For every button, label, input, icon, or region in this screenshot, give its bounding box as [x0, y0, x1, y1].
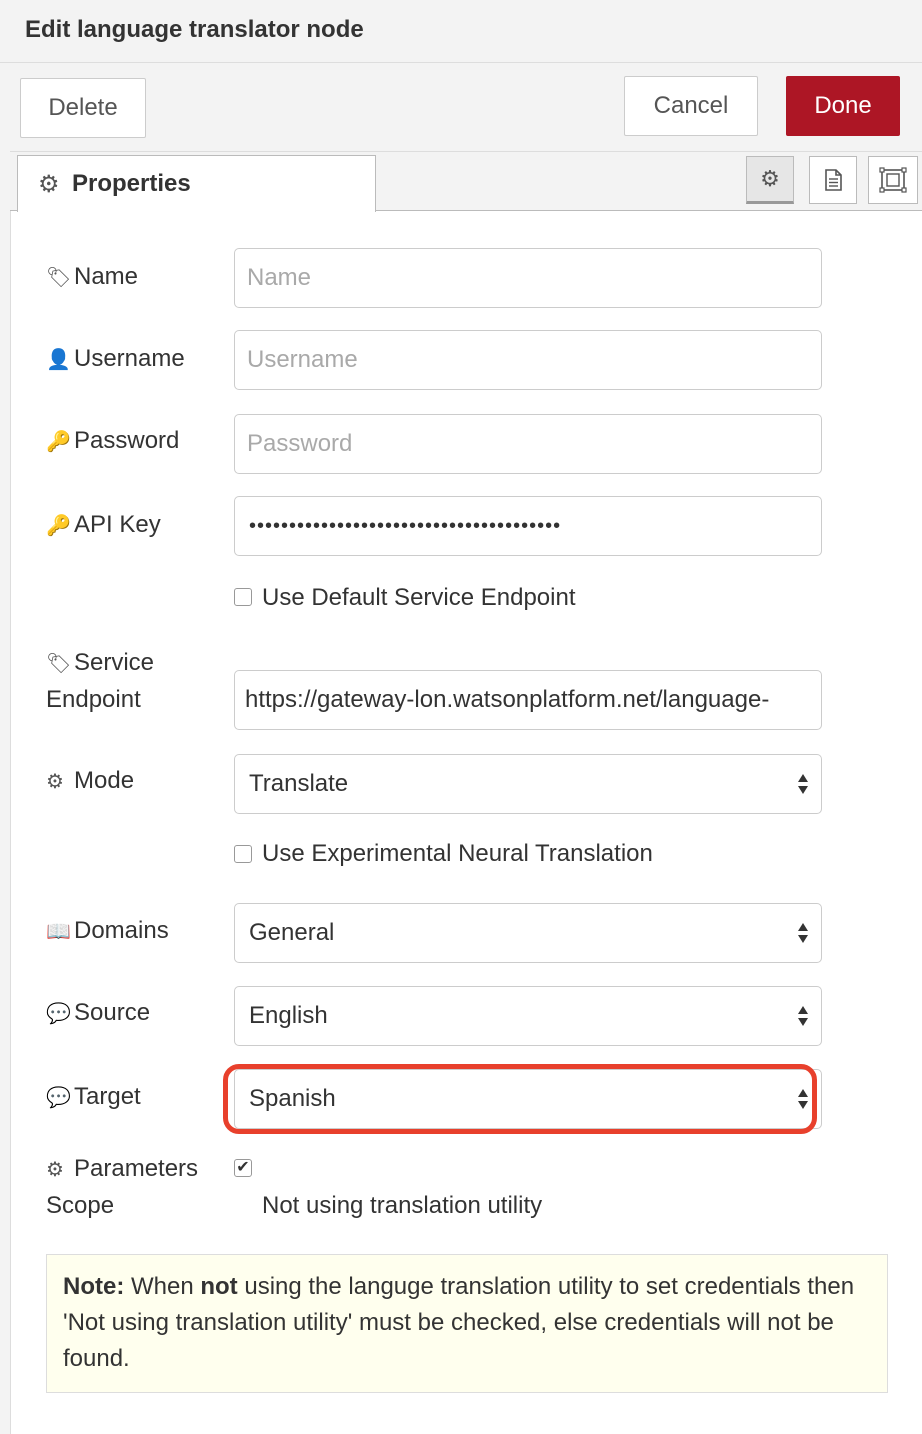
- delete-button[interactable]: Delete: [20, 78, 146, 138]
- select-arrows-icon: [798, 923, 808, 943]
- default-endpoint-label: Use Default Service Endpoint: [262, 584, 576, 611]
- default-endpoint-checkbox[interactable]: [234, 588, 252, 606]
- service-endpoint-label: 🏷 Service Endpoint: [46, 645, 154, 718]
- note-emphasis: not: [200, 1273, 238, 1300]
- gear-icon: ⚙: [760, 166, 780, 191]
- service-endpoint-value: https://gateway-lon.watsonplatform.net/l…: [245, 686, 770, 713]
- key-icon: 🔑: [46, 431, 71, 453]
- password-label: 🔑 Password: [46, 423, 179, 460]
- mode-label-text: Mode: [74, 767, 135, 794]
- dialog-header: Edit language translator node: [0, 0, 922, 63]
- domains-select-value: General: [249, 919, 335, 946]
- target-label: 💬 Target: [46, 1079, 141, 1116]
- dialog-title: Edit language translator node: [25, 16, 364, 43]
- cancel-button[interactable]: Cancel: [624, 76, 758, 136]
- target-select-value: Spanish: [249, 1085, 336, 1112]
- service-endpoint-label-line2: Endpoint: [46, 686, 141, 713]
- service-endpoint-input[interactable]: https://gateway-lon.watsonplatform.net/l…: [234, 670, 822, 730]
- appearance-icon: [879, 167, 907, 193]
- key-icon: 🔑: [46, 515, 71, 537]
- done-button[interactable]: Done: [786, 76, 900, 136]
- target-select[interactable]: Spanish: [234, 1069, 822, 1129]
- parameters-scope-label-line2: Scope: [46, 1192, 115, 1219]
- mode-label: ⚙ Mode: [46, 763, 134, 800]
- book-icon: 📖: [46, 921, 71, 943]
- name-input[interactable]: [234, 248, 822, 308]
- source-label-text: Source: [74, 999, 151, 1026]
- description-tab-button[interactable]: [809, 156, 857, 204]
- name-label-text: Name: [74, 263, 139, 290]
- source-select[interactable]: English: [234, 986, 822, 1046]
- parameters-scope-label-line1: Parameters: [74, 1155, 199, 1182]
- parameters-scope-label: ⚙ Parameters Scope: [46, 1151, 198, 1224]
- not-using-utility-checkbox[interactable]: ✔: [234, 1159, 252, 1177]
- neural-translation-label: Use Experimental Neural Translation: [262, 840, 653, 867]
- api-key-label-text: API Key: [74, 511, 161, 538]
- appearance-tab-button[interactable]: [868, 156, 918, 204]
- source-select-value: English: [249, 1002, 328, 1029]
- source-label: 💬 Source: [46, 995, 150, 1032]
- password-label-text: Password: [74, 427, 180, 454]
- mode-select-value: Translate: [249, 770, 349, 797]
- note-prefix: Note:: [63, 1273, 125, 1300]
- select-arrows-icon: [798, 1006, 808, 1026]
- tab-properties[interactable]: ⚙ Properties: [17, 155, 376, 212]
- select-arrows-icon: [798, 774, 808, 794]
- domains-label-text: Domains: [74, 917, 169, 944]
- select-arrows-icon: [798, 1089, 808, 1109]
- gear-icon: ⚙: [46, 771, 64, 793]
- checkmark-icon: ✔: [236, 1159, 250, 1176]
- user-icon: 👤: [46, 349, 71, 371]
- domains-select[interactable]: General: [234, 903, 822, 963]
- gear-icon: ⚙: [46, 1159, 64, 1181]
- api-key-label: 🔑 API Key: [46, 507, 161, 544]
- username-label-text: Username: [74, 345, 185, 372]
- domains-label: 📖 Domains: [46, 913, 169, 950]
- not-using-utility-label: Not using translation utility: [262, 1192, 543, 1219]
- service-endpoint-label-line1: Service: [74, 649, 155, 676]
- tag-icon: 🏷: [46, 267, 72, 289]
- neural-translation-checkbox[interactable]: [234, 845, 252, 863]
- username-label: 👤 Username: [46, 341, 185, 378]
- gear-icon: ⚙: [38, 171, 60, 198]
- target-label-text: Target: [74, 1083, 141, 1110]
- sidebar-edge: [0, 63, 11, 1434]
- description-icon: [825, 169, 842, 191]
- tab-properties-label: Properties: [72, 170, 191, 197]
- comments-icon: 💬: [46, 1087, 71, 1109]
- api-key-input[interactable]: •••••••••••••••••••••••••••••••••••••••: [234, 496, 822, 556]
- comments-icon: 💬: [46, 1003, 71, 1025]
- note-text-1: When: [124, 1273, 201, 1300]
- credentials-note: Note: When not using the languge transla…: [46, 1254, 888, 1393]
- password-input[interactable]: [234, 414, 822, 474]
- tag-icon: 🏷: [46, 653, 72, 675]
- api-key-value: •••••••••••••••••••••••••••••••••••••••: [249, 514, 562, 537]
- mode-select[interactable]: Translate: [234, 754, 822, 814]
- node-properties-tab-button[interactable]: ⚙: [746, 156, 794, 204]
- username-input[interactable]: [234, 330, 822, 390]
- name-label: 🏷 Name: [46, 259, 138, 296]
